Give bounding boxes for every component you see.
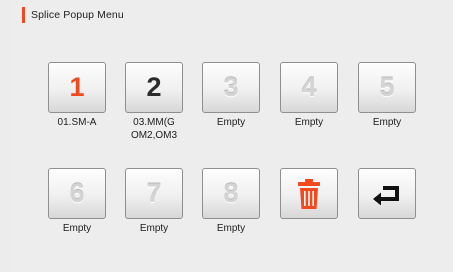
slot-number: 1 (69, 72, 85, 102)
splice-slot-8-button[interactable]: 8 (202, 168, 260, 219)
splice-slot-7-button[interactable]: 7 (125, 168, 183, 219)
slot-label: Empty (216, 117, 246, 128)
splice-slot-4-button[interactable]: 4 (280, 62, 338, 113)
splice-slot-1: 1 01.SM-A (47, 62, 107, 129)
back-button[interactable] (358, 168, 416, 219)
splice-slot-5-button[interactable]: 5 (358, 62, 416, 113)
splice-slot-6-button[interactable]: 6 (48, 168, 106, 219)
splice-slot-2-button[interactable]: 2 (125, 62, 183, 113)
splice-slot-8: 8 Empty (201, 168, 261, 235)
slot-number: 7 (146, 178, 162, 208)
slot-number: 6 (69, 178, 85, 208)
splice-slot-3: 3 Empty (201, 62, 261, 129)
back-slot (357, 168, 417, 219)
slot-number: 2 (146, 72, 162, 102)
splice-slot-7: 7 Empty (124, 168, 184, 235)
page-title: Splice Popup Menu (31, 9, 124, 21)
slot-label: Empty (372, 117, 402, 128)
title-bar: Splice Popup Menu (22, 7, 124, 23)
splice-slot-2: 2 03.MM(G OM2,OM3 (124, 62, 184, 142)
splice-slot-1-button[interactable]: 1 (48, 62, 106, 113)
slot-number: 3 (223, 72, 239, 102)
slot-label: Empty (62, 223, 92, 234)
splice-slot-5: 5 Empty (357, 62, 417, 129)
splice-slot-4: 4 Empty (279, 62, 339, 129)
slot-number: 5 (379, 72, 395, 102)
slot-label: 03.MM(G OM2,OM3 (130, 117, 178, 141)
title-accent-bar (22, 7, 25, 23)
slot-label: Empty (216, 223, 246, 234)
slot-label: Empty (139, 223, 169, 234)
splice-slot-6: 6 Empty (47, 168, 107, 235)
delete-button[interactable] (280, 168, 338, 219)
slot-number: 8 (223, 178, 239, 208)
trash-icon (298, 178, 320, 209)
slot-label: 01.SM-A (57, 117, 97, 128)
slot-number: 4 (301, 72, 317, 102)
delete-slot (279, 168, 339, 219)
slot-label: Empty (294, 117, 324, 128)
splice-slot-3-button[interactable]: 3 (202, 62, 260, 113)
return-arrow-icon (373, 185, 399, 205)
